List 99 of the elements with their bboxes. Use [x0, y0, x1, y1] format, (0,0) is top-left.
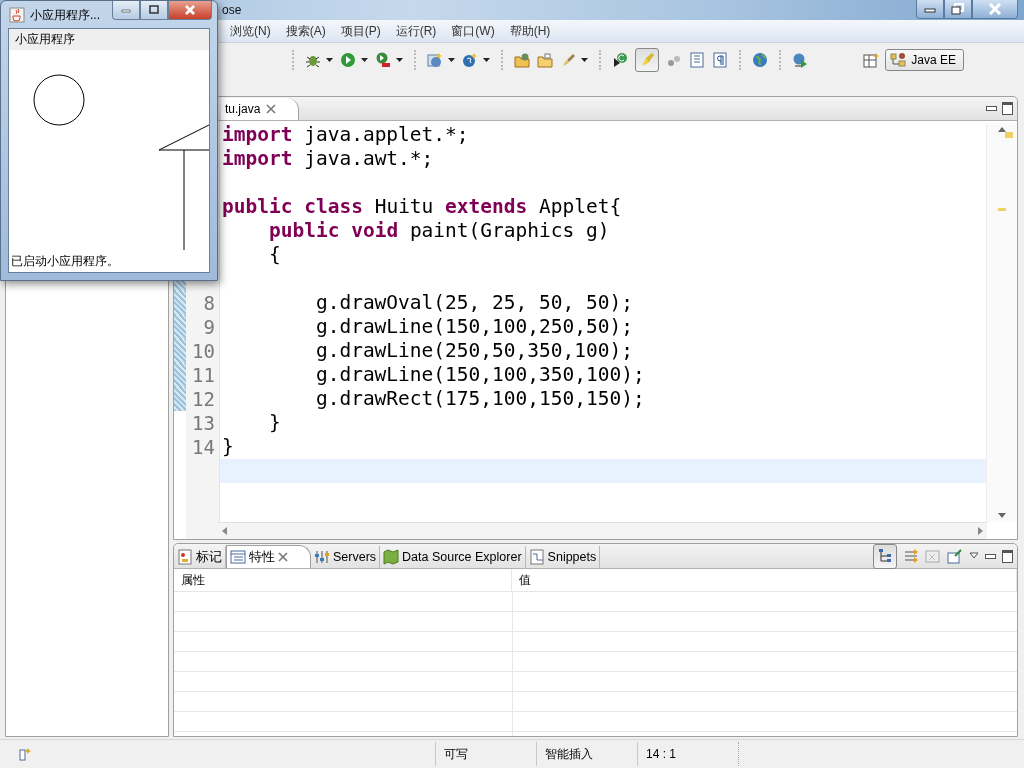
maximize-button[interactable]: [140, 1, 168, 20]
caret-icon[interactable]: [326, 58, 333, 62]
highlighter-icon: [639, 52, 655, 68]
code-line: g.drawLine(150,100,350,100);: [314, 363, 645, 386]
pilcrow-icon[interactable]: [712, 52, 728, 68]
maximize-icon[interactable]: [1002, 549, 1013, 563]
line-number: 14: [191, 435, 216, 459]
window-title: ose: [222, 3, 242, 17]
play-box-icon[interactable]: [375, 52, 391, 68]
hierarchy-icon: [890, 52, 907, 68]
close-icon: [988, 3, 1002, 15]
code-line: import java.awt.*;: [222, 147, 434, 170]
status-field: 可写: [435, 742, 536, 766]
vertical-scrollbar[interactable]: [986, 123, 1017, 522]
maximize-icon: [148, 5, 160, 15]
caret-icon[interactable]: [361, 58, 368, 62]
minimize-button[interactable]: [916, 0, 944, 19]
block-icon[interactable]: [689, 52, 705, 68]
code-line: }: [267, 411, 281, 434]
column-header[interactable]: 值: [512, 569, 1017, 591]
line-number: 8: [202, 291, 216, 315]
cup-icon: [9, 7, 25, 23]
class-icon[interactable]: [612, 52, 628, 68]
code-line: g.drawLine(150,100,250,50);: [314, 315, 633, 338]
close-icon[interactable]: [278, 552, 288, 562]
change-marker: [174, 291, 186, 315]
maximize-icon[interactable]: [1002, 102, 1013, 115]
new-item-icon: [18, 747, 32, 761]
close-icon: [183, 4, 197, 16]
minimize-icon[interactable]: [986, 106, 997, 111]
sliders-icon: [314, 549, 330, 565]
caret-icon[interactable]: [448, 58, 455, 62]
panel-tab[interactable]: Snippets: [525, 546, 601, 568]
code-line: g.drawLine(250,50,350,100);: [314, 339, 633, 362]
tree-view-button[interactable]: [873, 543, 897, 569]
server-icon[interactable]: [427, 52, 443, 68]
code-line: g.drawOval(25, 25, 50, 50);: [314, 291, 633, 314]
pin-icon[interactable]: [947, 548, 963, 564]
menu-item[interactable]: 项目(P): [340, 22, 381, 40]
view-menu-icon[interactable]: [969, 552, 979, 560]
code-line: public class Huitu extends Applet{: [222, 195, 622, 218]
close-button[interactable]: [168, 1, 212, 20]
menu-item[interactable]: 窗口(W): [451, 22, 495, 40]
close-button[interactable]: [972, 0, 1018, 19]
menu-item[interactable]: 搜索(A): [285, 22, 326, 40]
horizontal-scrollbar[interactable]: [218, 522, 987, 539]
code-line: public void paint(Graphics g): [267, 219, 610, 242]
panel-tab[interactable]: Servers: [311, 546, 381, 568]
globe-run-icon[interactable]: [792, 52, 808, 68]
status-field: 14 : 1: [637, 742, 738, 766]
restore-icon: [951, 3, 965, 15]
change-marker: [174, 387, 186, 411]
play-icon[interactable]: [340, 52, 356, 68]
restore-button[interactable]: [944, 0, 972, 19]
menu-item[interactable]: 帮助(H): [509, 22, 551, 40]
line-number: 13: [191, 411, 216, 435]
perspective-button[interactable]: Java EE: [885, 49, 964, 71]
open-perspective-icon[interactable]: [863, 52, 880, 68]
caret-icon[interactable]: [396, 58, 403, 62]
line-number: 10: [191, 339, 216, 363]
change-marker: [174, 339, 186, 363]
panel-tab[interactable]: 标记: [174, 546, 226, 568]
minimize-icon: [120, 6, 132, 14]
globe-icon[interactable]: [752, 52, 768, 68]
status-text: 已启动小应用程序。: [10, 253, 120, 270]
caret-icon[interactable]: [581, 58, 588, 62]
map-icon: [383, 549, 400, 565]
tree-icon: [877, 547, 893, 565]
code-line: g.drawRect(175,100,150,150);: [314, 387, 645, 410]
table-icon: [230, 549, 246, 565]
sphere-icon[interactable]: [462, 52, 478, 68]
highlight-button[interactable]: [635, 48, 659, 72]
change-marker: [174, 363, 186, 387]
line-number: 11: [191, 363, 216, 387]
code-line: {: [267, 243, 281, 266]
line-number: 12: [191, 387, 216, 411]
minimize-button[interactable]: [112, 1, 140, 20]
menu-item[interactable]: 运行(R): [395, 22, 437, 40]
status-field: 智能插入: [536, 742, 637, 766]
close-icon[interactable]: [266, 104, 277, 114]
caret-icon[interactable]: [483, 58, 490, 62]
document-icon: [528, 549, 545, 565]
applet-label: 小应用程序: [9, 29, 209, 50]
panel-tab[interactable]: Data Source Explorer: [380, 546, 526, 568]
editor-tab[interactable]: tu.java: [221, 98, 300, 120]
panel-tab[interactable]: 特性: [226, 545, 311, 568]
folder-icon[interactable]: [537, 52, 553, 68]
column-header[interactable]: 属性: [174, 569, 512, 591]
arrows-icon[interactable]: [903, 548, 919, 564]
brush-icon[interactable]: [560, 52, 576, 68]
markers-icon: [177, 549, 193, 565]
window-title: 小应用程序...: [30, 7, 100, 24]
menu-item[interactable]: 浏览(N): [230, 22, 271, 40]
line-number: 9: [202, 315, 216, 339]
change-marker: [174, 315, 186, 339]
code-line: import java.applet.*;: [222, 123, 469, 146]
code-line: }: [222, 435, 234, 458]
minimize-icon[interactable]: [985, 553, 996, 559]
folder-icon[interactable]: [514, 52, 530, 68]
